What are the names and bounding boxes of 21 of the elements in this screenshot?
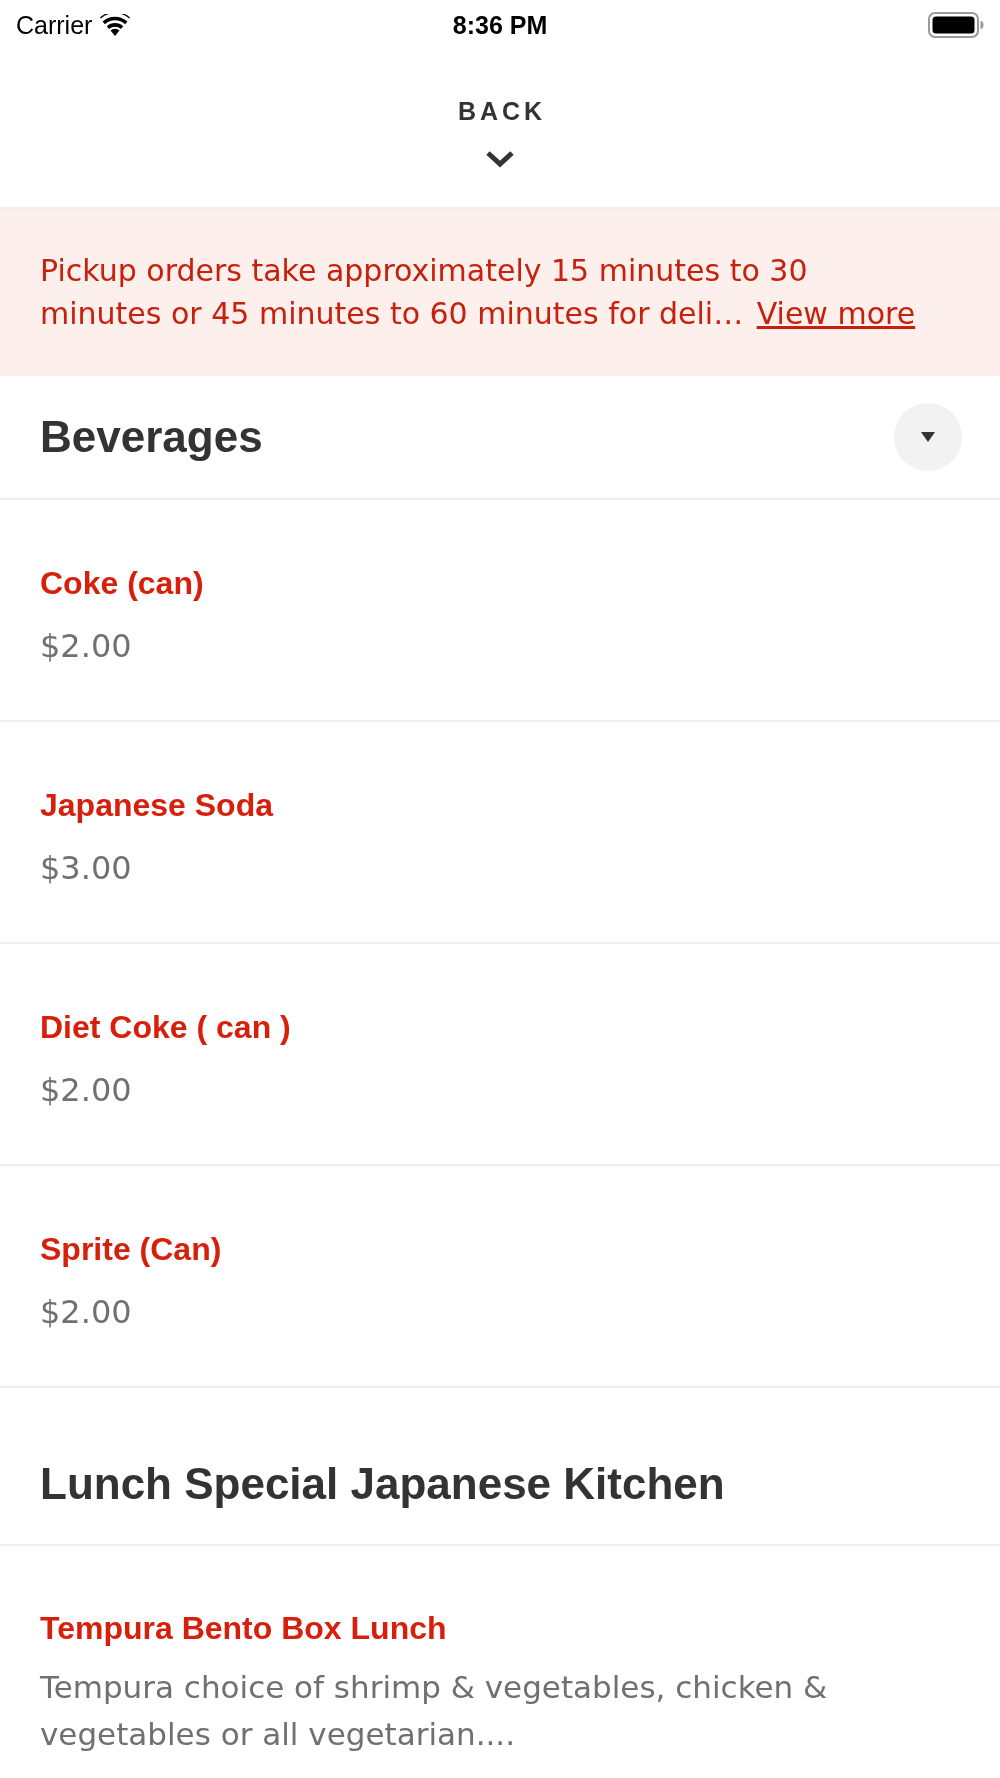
item-name[interactable]: Japanese Soda [40, 785, 273, 825]
item-name[interactable]: Coke (can) [40, 563, 204, 603]
battery-icon [928, 12, 984, 38]
chevron-down-icon[interactable] [485, 150, 515, 168]
item-name[interactable]: Sprite (Can) [40, 1229, 222, 1269]
item-price: $3.00 [40, 848, 132, 888]
item-price: $2.00 [40, 626, 132, 666]
item-price: $2.00 [40, 1070, 132, 1110]
item-name[interactable]: Diet Coke ( can ) [40, 1007, 291, 1047]
wifi-icon [100, 14, 131, 36]
status-time: 8:36 PM [452, 10, 548, 40]
notice-text: Pickup orders take approximately 15 minutes to 30 minutes or 45 minutes to 60 minutes for deli… View more [40, 252, 917, 333]
section-title: Lunch Special Japanese Kitchen [40, 1458, 725, 1510]
item-name[interactable]: Tempura Bento Box Lunch [40, 1608, 447, 1648]
caret-down-icon [921, 432, 935, 442]
carrier-label: Carrier [16, 10, 93, 40]
item-price: $2.00 [40, 1292, 132, 1332]
section-title: Beverages [40, 411, 263, 463]
item-description: Tempura choice of shrimp & vegetables, chicken & vegetables or all vegetarian.... [40, 1668, 829, 1754]
view-more-link[interactable]: View more [756, 296, 916, 331]
back-button[interactable]: BACK [453, 96, 547, 126]
